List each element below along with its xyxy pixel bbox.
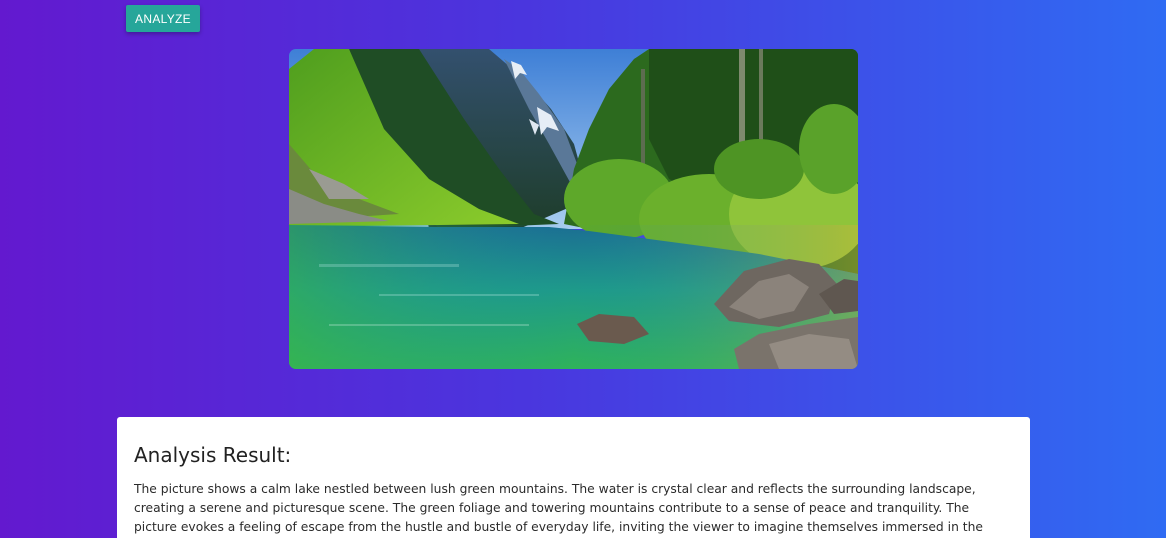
analysis-result-card: Analysis Result: The picture shows a cal… bbox=[117, 417, 1030, 538]
analysis-result-text: The picture shows a calm lake nestled be… bbox=[134, 482, 983, 534]
analyze-button[interactable]: ANALYZE bbox=[126, 5, 200, 32]
uploaded-image-preview bbox=[289, 49, 858, 369]
analysis-result-title: Analysis Result: bbox=[134, 443, 292, 467]
landscape-image bbox=[289, 49, 858, 369]
